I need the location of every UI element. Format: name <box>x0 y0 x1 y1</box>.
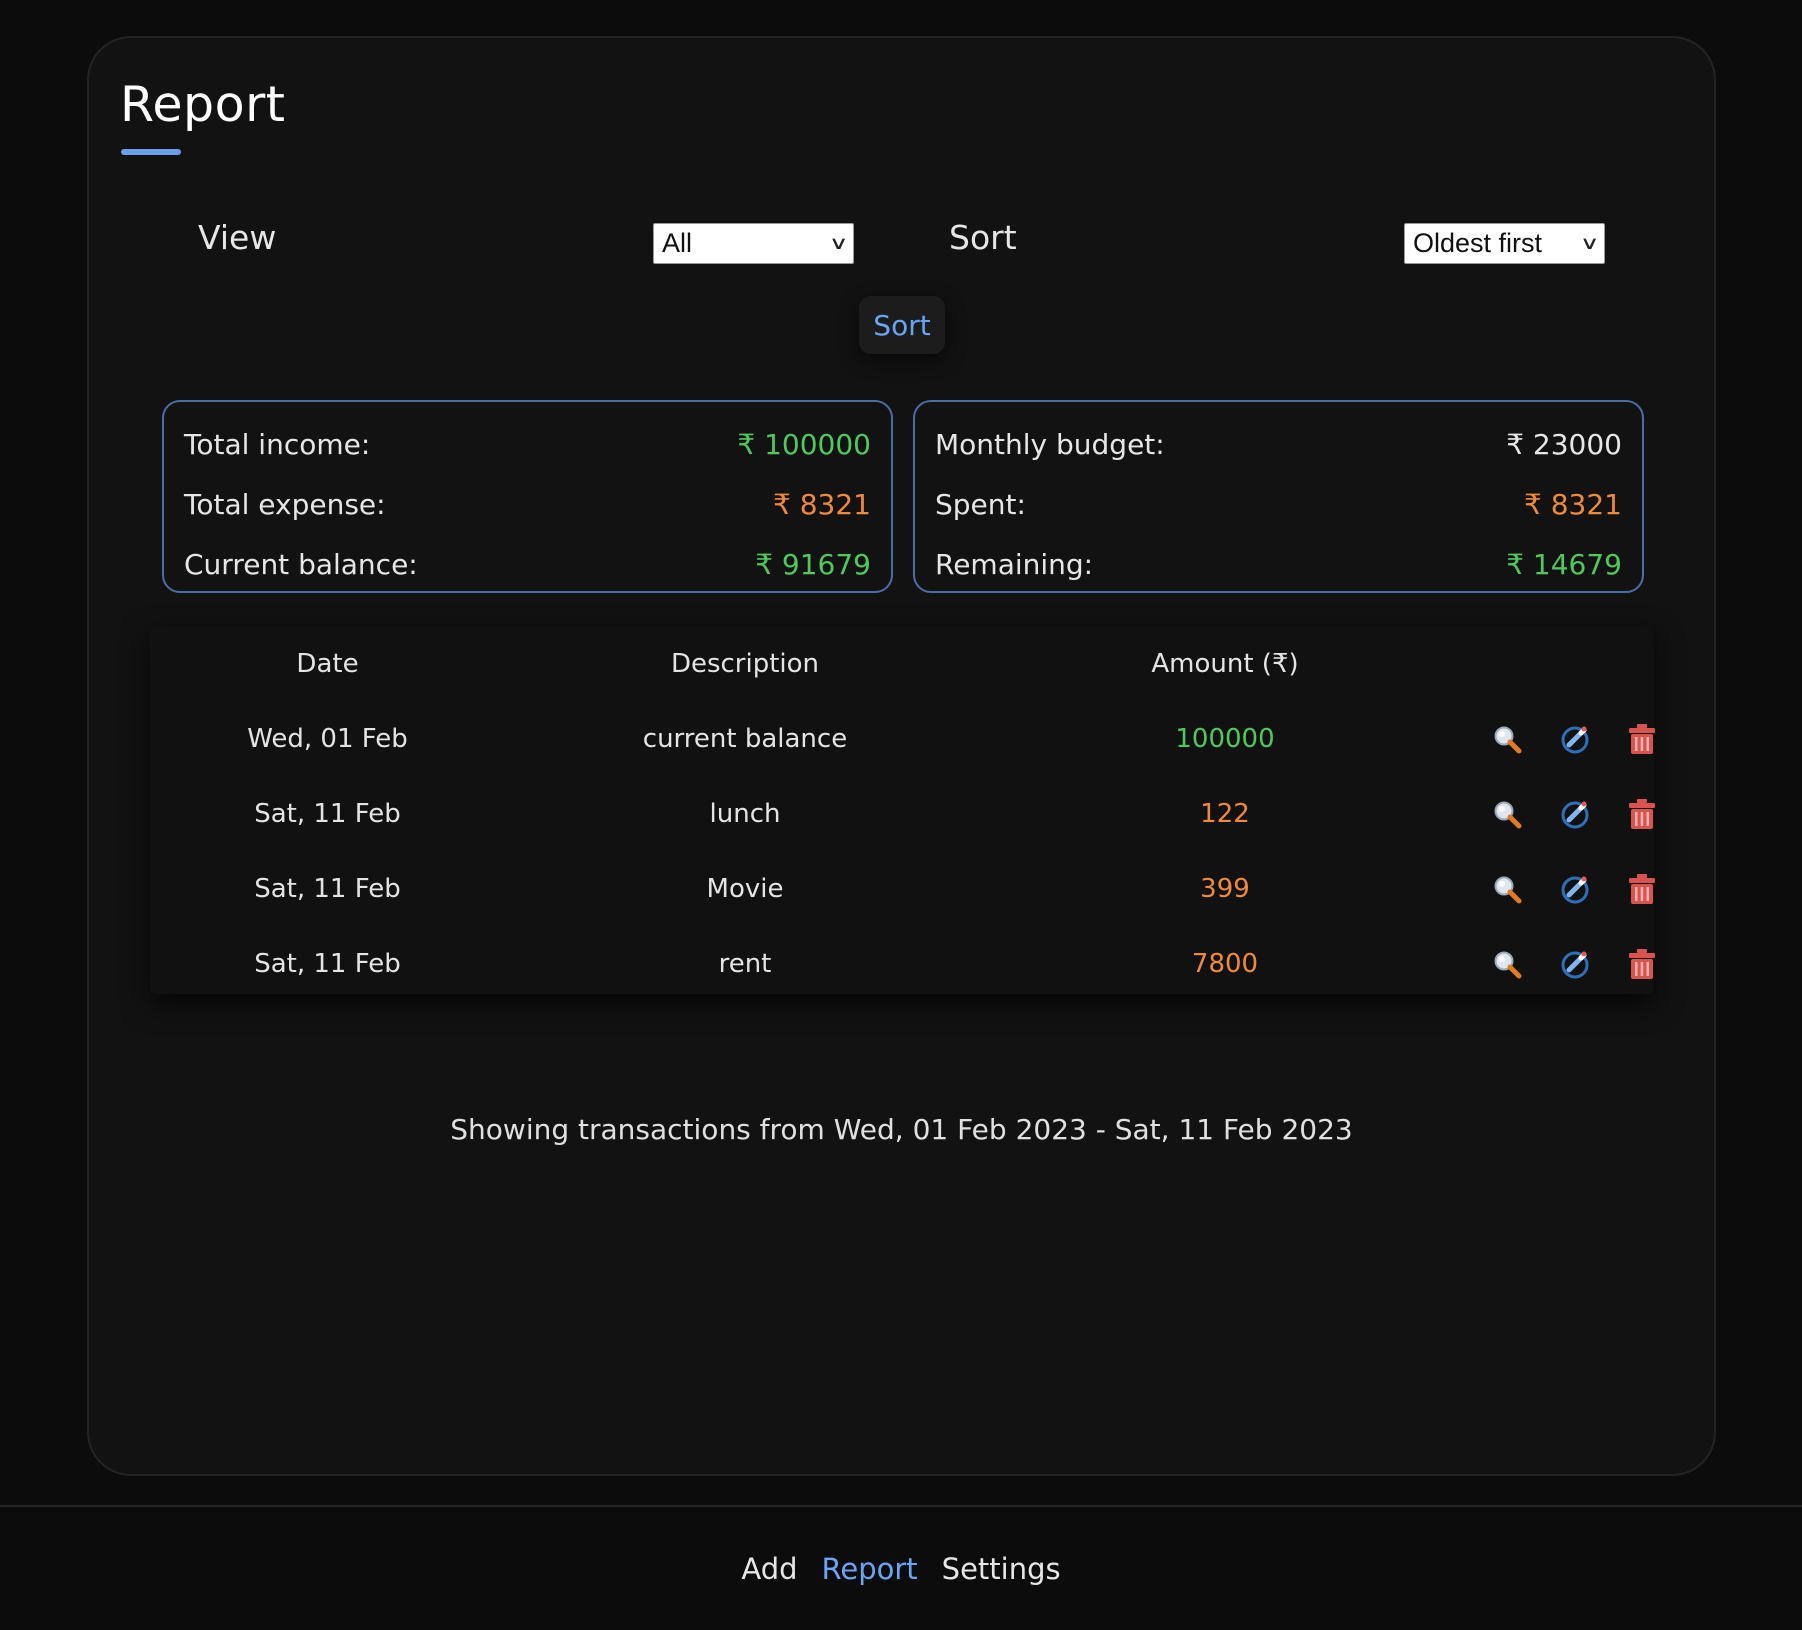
sort-label: Sort <box>949 218 1017 257</box>
cell-date: Sat, 11 Feb <box>254 948 401 979</box>
magnifier-icon[interactable] <box>1491 947 1523 981</box>
summary-row: Total income: ₹ 100000 <box>184 414 871 474</box>
row-actions <box>1465 776 1657 851</box>
cell-description: Movie <box>706 873 784 904</box>
cell-date: Wed, 01 Feb <box>247 723 408 754</box>
table-row: Sat, 11 Feb Movie 399 <box>150 851 1657 926</box>
summary-label: Monthly budget: <box>935 427 1165 461</box>
cell-date: Sat, 11 Feb <box>254 798 401 829</box>
table-row: Sat, 11 Feb rent 7800 <box>150 926 1657 1001</box>
trash-icon[interactable] <box>1627 872 1657 906</box>
nav-add[interactable]: Add <box>741 1552 797 1586</box>
summary-value: ₹ 100000 <box>737 427 871 461</box>
trash-icon[interactable] <box>1627 797 1657 831</box>
summary-label: Current balance: <box>184 547 418 581</box>
magnifier-icon[interactable] <box>1491 722 1523 756</box>
pencil-edit-icon[interactable] <box>1559 797 1591 831</box>
pencil-edit-icon[interactable] <box>1559 947 1591 981</box>
cell-date: Sat, 11 Feb <box>254 873 401 904</box>
cell-amount: 100000 <box>1175 723 1275 754</box>
cell-description: rent <box>718 948 772 979</box>
view-select[interactable]: All ∨ <box>653 223 854 264</box>
summary-row: Spent: ₹ 8321 <box>935 474 1622 534</box>
summary-label: Total expense: <box>184 487 386 521</box>
pencil-edit-icon[interactable] <box>1559 722 1591 756</box>
chevron-down-icon: ∨ <box>1579 233 1600 253</box>
magnifier-icon[interactable] <box>1491 872 1523 906</box>
magnifier-icon[interactable] <box>1491 797 1523 831</box>
summary-value: ₹ 91679 <box>755 547 871 581</box>
summary-row: Monthly budget: ₹ 23000 <box>935 414 1622 474</box>
view-label: View <box>198 218 277 257</box>
chevron-down-icon: ∨ <box>828 233 849 253</box>
row-actions <box>1465 851 1657 926</box>
header-date: Date <box>296 648 359 679</box>
row-actions <box>1465 701 1657 776</box>
summary-value: ₹ 8321 <box>773 487 871 521</box>
page-title: Report <box>120 76 286 133</box>
cell-amount: 7800 <box>1191 948 1259 979</box>
summary-label: Spent: <box>935 487 1026 521</box>
trash-icon[interactable] <box>1627 947 1657 981</box>
trash-icon[interactable] <box>1627 722 1657 756</box>
view-select-value: All <box>662 228 693 258</box>
summary-value: ₹ 14679 <box>1506 547 1622 581</box>
summary-label: Total income: <box>184 427 371 461</box>
summary-row: Total expense: ₹ 8321 <box>184 474 871 534</box>
cell-description: lunch <box>709 798 781 829</box>
nav-settings[interactable]: Settings <box>942 1552 1061 1586</box>
report-card: Report View All ∨ Sort Oldest first ∨ So… <box>87 36 1716 1476</box>
sort-button[interactable]: Sort <box>859 296 945 354</box>
summary-budget: Monthly budget: ₹ 23000 Spent: ₹ 8321 Remain… <box>913 400 1644 593</box>
date-range-text: Showing transactions from Wed, 01 Feb 20… <box>450 1113 1353 1146</box>
summary-row: Current balance: ₹ 91679 <box>184 534 871 594</box>
cell-amount: 399 <box>1200 873 1250 904</box>
cell-amount: 122 <box>1200 798 1250 829</box>
table-header: Date Description Amount (₹) <box>150 626 1654 701</box>
nav-report[interactable]: Report <box>822 1552 918 1586</box>
table-row: Wed, 01 Feb current balance 100000 <box>150 701 1657 776</box>
summary-totals: Total income: ₹ 100000 Total expense: ₹ 832… <box>162 400 893 593</box>
pencil-edit-icon[interactable] <box>1559 872 1591 906</box>
sort-select[interactable]: Oldest first ∨ <box>1404 223 1605 264</box>
sort-select-value: Oldest first <box>1413 228 1543 258</box>
header-amount: Amount (₹) <box>1151 648 1299 679</box>
cell-description: current balance <box>642 723 848 754</box>
table-row: Sat, 11 Feb lunch 122 <box>150 776 1657 851</box>
bottom-nav: Add Report Settings <box>0 1505 1802 1630</box>
summary-value: ₹ 8321 <box>1524 487 1622 521</box>
title-underline <box>121 149 181 155</box>
summary-row: Remaining: ₹ 14679 <box>935 534 1622 594</box>
transactions-table: Date Description Amount (₹) Wed, 01 Feb c… <box>150 626 1657 994</box>
row-actions <box>1465 926 1657 1001</box>
summary-label: Remaining: <box>935 547 1094 581</box>
summary-value: ₹ 23000 <box>1506 427 1622 461</box>
header-description: Description <box>670 648 820 679</box>
